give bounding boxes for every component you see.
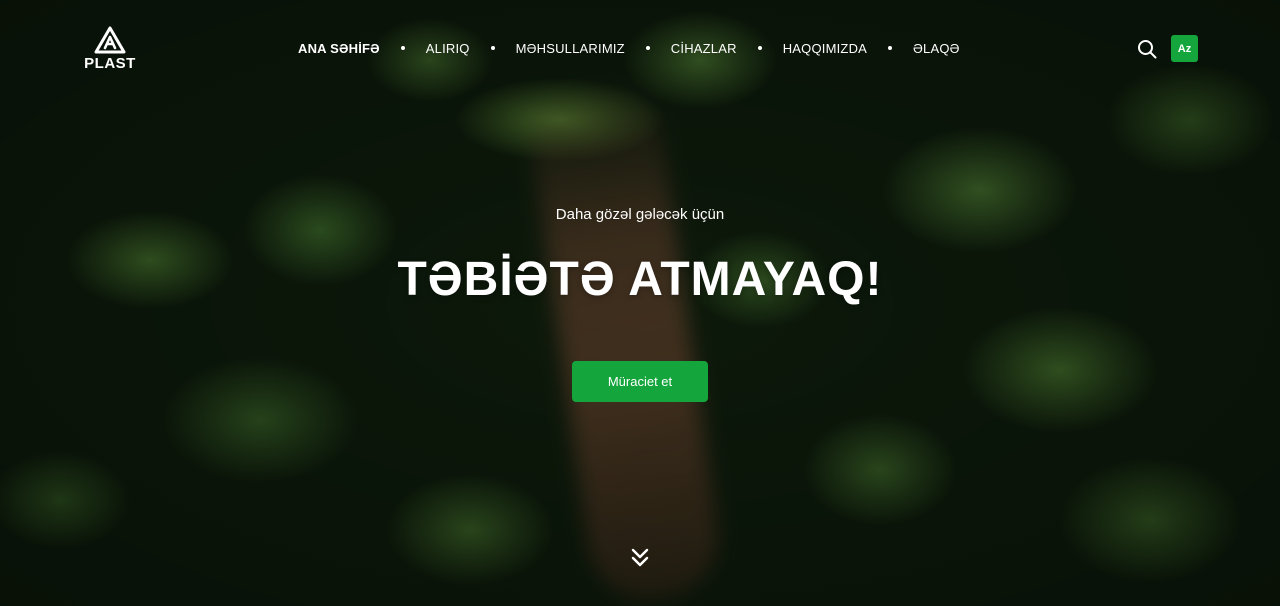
nav-item-products[interactable]: MƏHSULLARIMIZ [516,41,625,56]
main-nav: ANA SƏHİFƏ ALIRIQ MƏHSULLARIMIZ CİHAZLAR… [298,40,960,56]
apply-button[interactable]: Müraciet et [572,361,708,402]
nav-separator [645,46,650,50]
nav-item-about[interactable]: HAQQIMIZDA [783,41,867,56]
site-header: PLAST ANA SƏHİFƏ ALIRIQ MƏHSULLARIMIZ Cİ… [0,0,1280,96]
nav-item-home[interactable]: ANA SƏHİFƏ [298,41,380,56]
nav-item-devices[interactable]: CİHAZLAR [671,41,737,56]
language-switcher[interactable]: Az [1171,35,1198,62]
brand-logo[interactable]: PLAST [80,26,140,72]
nav-separator [490,46,495,50]
hero-eyebrow: Daha gözəl gələcək üçün [555,206,725,223]
nav-separator [400,46,405,50]
hero-headline: TƏBİƏTƏ ATMAYAQ! [397,253,883,306]
chevrons-down-icon[interactable] [629,546,651,570]
nav-item-buy[interactable]: ALIRIQ [426,41,470,56]
recycle-a-triangle-icon [94,26,126,54]
nav-item-contact[interactable]: ƏLAQƏ [913,41,960,56]
search-icon[interactable] [1136,38,1158,60]
hero-section: PLAST ANA SƏHİFƏ ALIRIQ MƏHSULLARIMIZ Cİ… [0,0,1280,606]
brand-name: PLAST [84,55,136,72]
nav-separator [757,46,762,50]
nav-separator [888,46,893,50]
